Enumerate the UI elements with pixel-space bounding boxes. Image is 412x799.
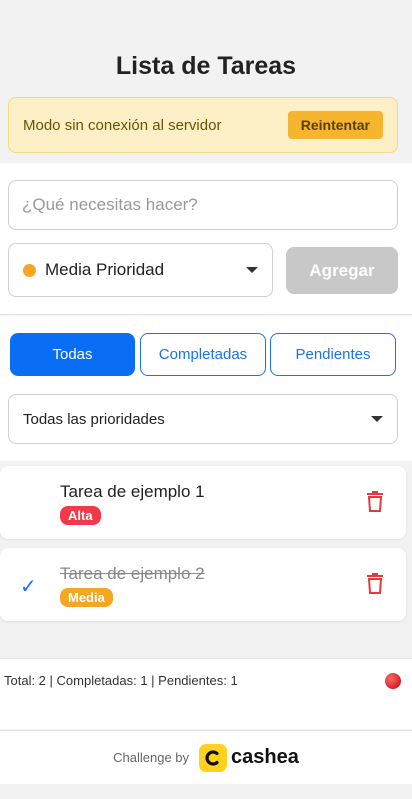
retry-button[interactable]: Reintentar: [287, 111, 383, 139]
cashea-logo-icon: [199, 743, 228, 772]
check-icon[interactable]: ✓: [20, 574, 37, 599]
tab-completadas[interactable]: Completadas: [140, 333, 266, 376]
trash-icon[interactable]: [366, 572, 384, 594]
cashea-logo-text: cashea: [231, 746, 299, 768]
trash-icon[interactable]: [366, 490, 384, 512]
priority-select[interactable]: Media Prioridad: [8, 243, 273, 297]
priority-dot-icon: [23, 263, 36, 277]
tab-pendientes[interactable]: Pendientes: [270, 333, 396, 376]
task-item[interactable]: Tarea de ejemplo 1 Alta: [0, 466, 406, 539]
stats-bar: Total: 2 | Completadas: 1 | Pendientes: …: [0, 658, 412, 729]
connection-status-icon: [385, 673, 401, 689]
page-title: Lista de Tareas: [115, 52, 297, 80]
priority-filter-label: Todas las prioridades: [23, 410, 165, 428]
task-form: ¿Qué necesitas hacer? Media Prioridad Ag…: [0, 163, 412, 315]
stats-text: Total: 2 | Completadas: 1 | Pendientes: …: [4, 673, 238, 688]
task-input[interactable]: ¿Qué necesitas hacer?: [8, 180, 398, 230]
task-title: Tarea de ejemplo 2: [60, 564, 205, 583]
priority-select-label: Media Prioridad: [45, 260, 165, 279]
priority-filter-select[interactable]: Todas las prioridades: [8, 394, 398, 444]
priority-badge: Alta: [60, 506, 101, 525]
challenge-label: Challenge by: [113, 750, 190, 765]
footer: Challenge by cashea: [0, 730, 412, 784]
offline-banner: Modo sin conexión al servidor Reintentar: [8, 97, 398, 153]
offline-message: Modo sin conexión al servidor: [23, 116, 222, 134]
tab-todas[interactable]: Todas: [10, 333, 135, 376]
chevron-down-icon: [371, 416, 383, 422]
task-title: Tarea de ejemplo 1: [60, 482, 205, 501]
task-item[interactable]: ✓ Tarea de ejemplo 2 Media: [0, 548, 406, 621]
chevron-down-icon: [246, 267, 258, 273]
add-button[interactable]: Agregar: [286, 247, 398, 294]
filter-section: Todas Completadas Pendientes Todas las p…: [0, 316, 412, 461]
priority-badge: Media: [60, 588, 113, 607]
